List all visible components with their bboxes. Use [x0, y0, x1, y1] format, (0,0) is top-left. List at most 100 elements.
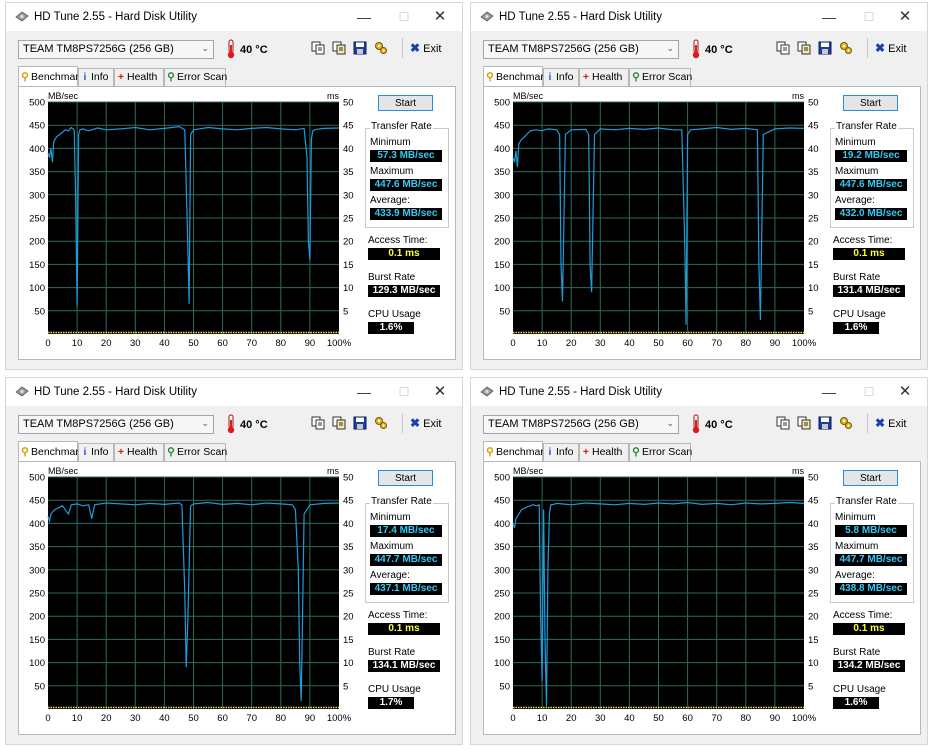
- exit-button[interactable]: ✖ Exit: [875, 41, 906, 55]
- y2-tick-label: 10: [808, 658, 819, 669]
- y-tick-label: 100: [494, 283, 510, 294]
- tab-info[interactable]: i Info: [543, 68, 579, 86]
- drive-select[interactable]: TEAM TM8PS7256G (256 GB) ⌄: [18, 415, 214, 434]
- options-icon[interactable]: [374, 416, 388, 430]
- tab-label: Error Scan: [177, 446, 228, 458]
- tab-health[interactable]: + Health: [114, 443, 164, 461]
- tab-error-scan[interactable]: ⚲ Error Scan: [629, 68, 693, 86]
- copy-text-icon[interactable]: [332, 41, 346, 55]
- drive-select[interactable]: TEAM TM8PS7256G (256 GB) ⌄: [483, 40, 679, 59]
- tab-health[interactable]: + Health: [579, 443, 629, 461]
- maximize-button[interactable]: ☐: [396, 9, 412, 25]
- drive-select-value: TEAM TM8PS7256G (256 GB): [23, 43, 174, 55]
- x-tick-label: 100%: [792, 713, 817, 724]
- minimize-button[interactable]: —: [356, 9, 372, 25]
- tab-info[interactable]: i Info: [78, 443, 114, 461]
- maximize-button[interactable]: ☐: [861, 384, 877, 400]
- start-button[interactable]: Start: [378, 95, 433, 111]
- tab-info[interactable]: i Info: [78, 68, 114, 86]
- tab-info[interactable]: i Info: [543, 443, 579, 461]
- y-tick-label: 200: [494, 612, 510, 623]
- tab-error-scan[interactable]: ⚲ Error Scan: [164, 68, 227, 86]
- close-button[interactable]: ✕: [897, 384, 913, 400]
- x-tick-label: 100%: [792, 338, 817, 349]
- save-icon[interactable]: [818, 416, 832, 430]
- minimum-value: 19.2 MB/sec: [835, 150, 907, 162]
- copy-text-icon[interactable]: [797, 416, 811, 430]
- copy-icon[interactable]: [311, 416, 325, 430]
- options-icon[interactable]: [839, 41, 853, 55]
- y-tick-label: 250: [494, 214, 510, 225]
- exit-icon: ✖: [875, 416, 886, 430]
- start-button[interactable]: Start: [843, 95, 898, 111]
- transfer-rate-group: Transfer Rate Minimum 57.3 MB/sec Maximu…: [365, 121, 449, 228]
- start-button[interactable]: Start: [843, 470, 898, 486]
- save-icon[interactable]: [353, 416, 367, 430]
- x-tick-label: 70: [246, 338, 257, 349]
- maximum-value: 447.6 MB/sec: [835, 179, 907, 191]
- minimize-button[interactable]: —: [821, 9, 837, 25]
- cpu-usage-value: 1.6%: [833, 697, 879, 709]
- x-tick-label: 60: [217, 338, 228, 349]
- tab-benchmark[interactable]: ⚲ Benchmark: [483, 66, 549, 86]
- chevron-down-icon: ⌄: [201, 418, 209, 428]
- close-button[interactable]: ✕: [432, 9, 448, 25]
- y-tick-label: 300: [494, 565, 510, 576]
- x-tick-label: 100%: [327, 713, 352, 724]
- minimize-button[interactable]: —: [356, 384, 372, 400]
- maximize-button[interactable]: ☐: [396, 384, 412, 400]
- exit-button[interactable]: ✖ Exit: [875, 416, 906, 430]
- y-tick-label: 50: [499, 681, 510, 692]
- y2-tick-label: 50: [343, 98, 354, 109]
- tab-benchmark[interactable]: ⚲ Benchmark: [18, 66, 84, 86]
- copy-icon[interactable]: [776, 416, 790, 430]
- health-icon: +: [582, 446, 590, 458]
- close-button[interactable]: ✕: [897, 9, 913, 25]
- health-icon: +: [117, 446, 125, 458]
- copy-icon[interactable]: [776, 41, 790, 55]
- options-icon[interactable]: [839, 416, 853, 430]
- tab-health[interactable]: + Health: [114, 68, 164, 86]
- minimize-button[interactable]: —: [821, 384, 837, 400]
- exit-button[interactable]: ✖ Exit: [410, 41, 441, 55]
- maximize-button[interactable]: ☐: [861, 9, 877, 25]
- y-tick-label: 250: [29, 589, 45, 600]
- save-icon[interactable]: [818, 41, 832, 55]
- start-button[interactable]: Start: [378, 470, 433, 486]
- benchmark-panel: 50 100 150 200 250 300 350 400 450 500 5 10 15 20 25 30…: [483, 86, 921, 360]
- info-icon: i: [83, 446, 87, 458]
- x-tick-label: 60: [682, 713, 693, 724]
- tab-error-scan[interactable]: ⚲ Error Scan: [164, 443, 228, 461]
- drive-select[interactable]: TEAM TM8PS7256G (256 GB) ⌄: [18, 40, 214, 59]
- access-time-value: 0.1 ms: [368, 248, 440, 260]
- save-icon[interactable]: [353, 41, 367, 55]
- access-time-value: 0.1 ms: [833, 623, 905, 635]
- exit-button[interactable]: ✖ Exit: [410, 416, 441, 430]
- y2-tick-label: 10: [808, 283, 819, 294]
- close-button[interactable]: ✕: [432, 384, 448, 400]
- tab-benchmark[interactable]: ⚲ Benchmark: [483, 441, 549, 461]
- x-tick-label: 0: [45, 713, 50, 724]
- copy-text-icon[interactable]: [332, 416, 346, 430]
- y-tick-label: 100: [29, 658, 45, 669]
- drive-select[interactable]: TEAM TM8PS7256G (256 GB) ⌄: [483, 415, 679, 434]
- x-tick-label: 10: [72, 713, 83, 724]
- tab-error-scan[interactable]: ⚲ Error Scan: [629, 443, 692, 461]
- exit-icon: ✖: [875, 41, 886, 55]
- options-icon[interactable]: [374, 41, 388, 55]
- copy-text-icon[interactable]: [797, 41, 811, 55]
- drive-select-value: TEAM TM8PS7256G (256 GB): [488, 418, 639, 430]
- tab-benchmark[interactable]: ⚲ Benchmark: [18, 441, 84, 461]
- y-tick-label: 300: [494, 190, 510, 201]
- exit-label: Exit: [423, 418, 442, 430]
- benchmark-icon: ⚲: [21, 446, 29, 458]
- y-tick-label: 250: [494, 589, 510, 600]
- minimum-label: Minimum: [835, 512, 876, 523]
- copy-icon[interactable]: [311, 41, 325, 55]
- x-tick-label: 90: [770, 338, 781, 349]
- toolbar-separator: [402, 413, 403, 433]
- x-tick-label: 30: [130, 338, 141, 349]
- tab-health[interactable]: + Health: [579, 68, 629, 86]
- minimum-value: 57.3 MB/sec: [370, 150, 442, 162]
- tab-label: Error Scan: [642, 71, 693, 83]
